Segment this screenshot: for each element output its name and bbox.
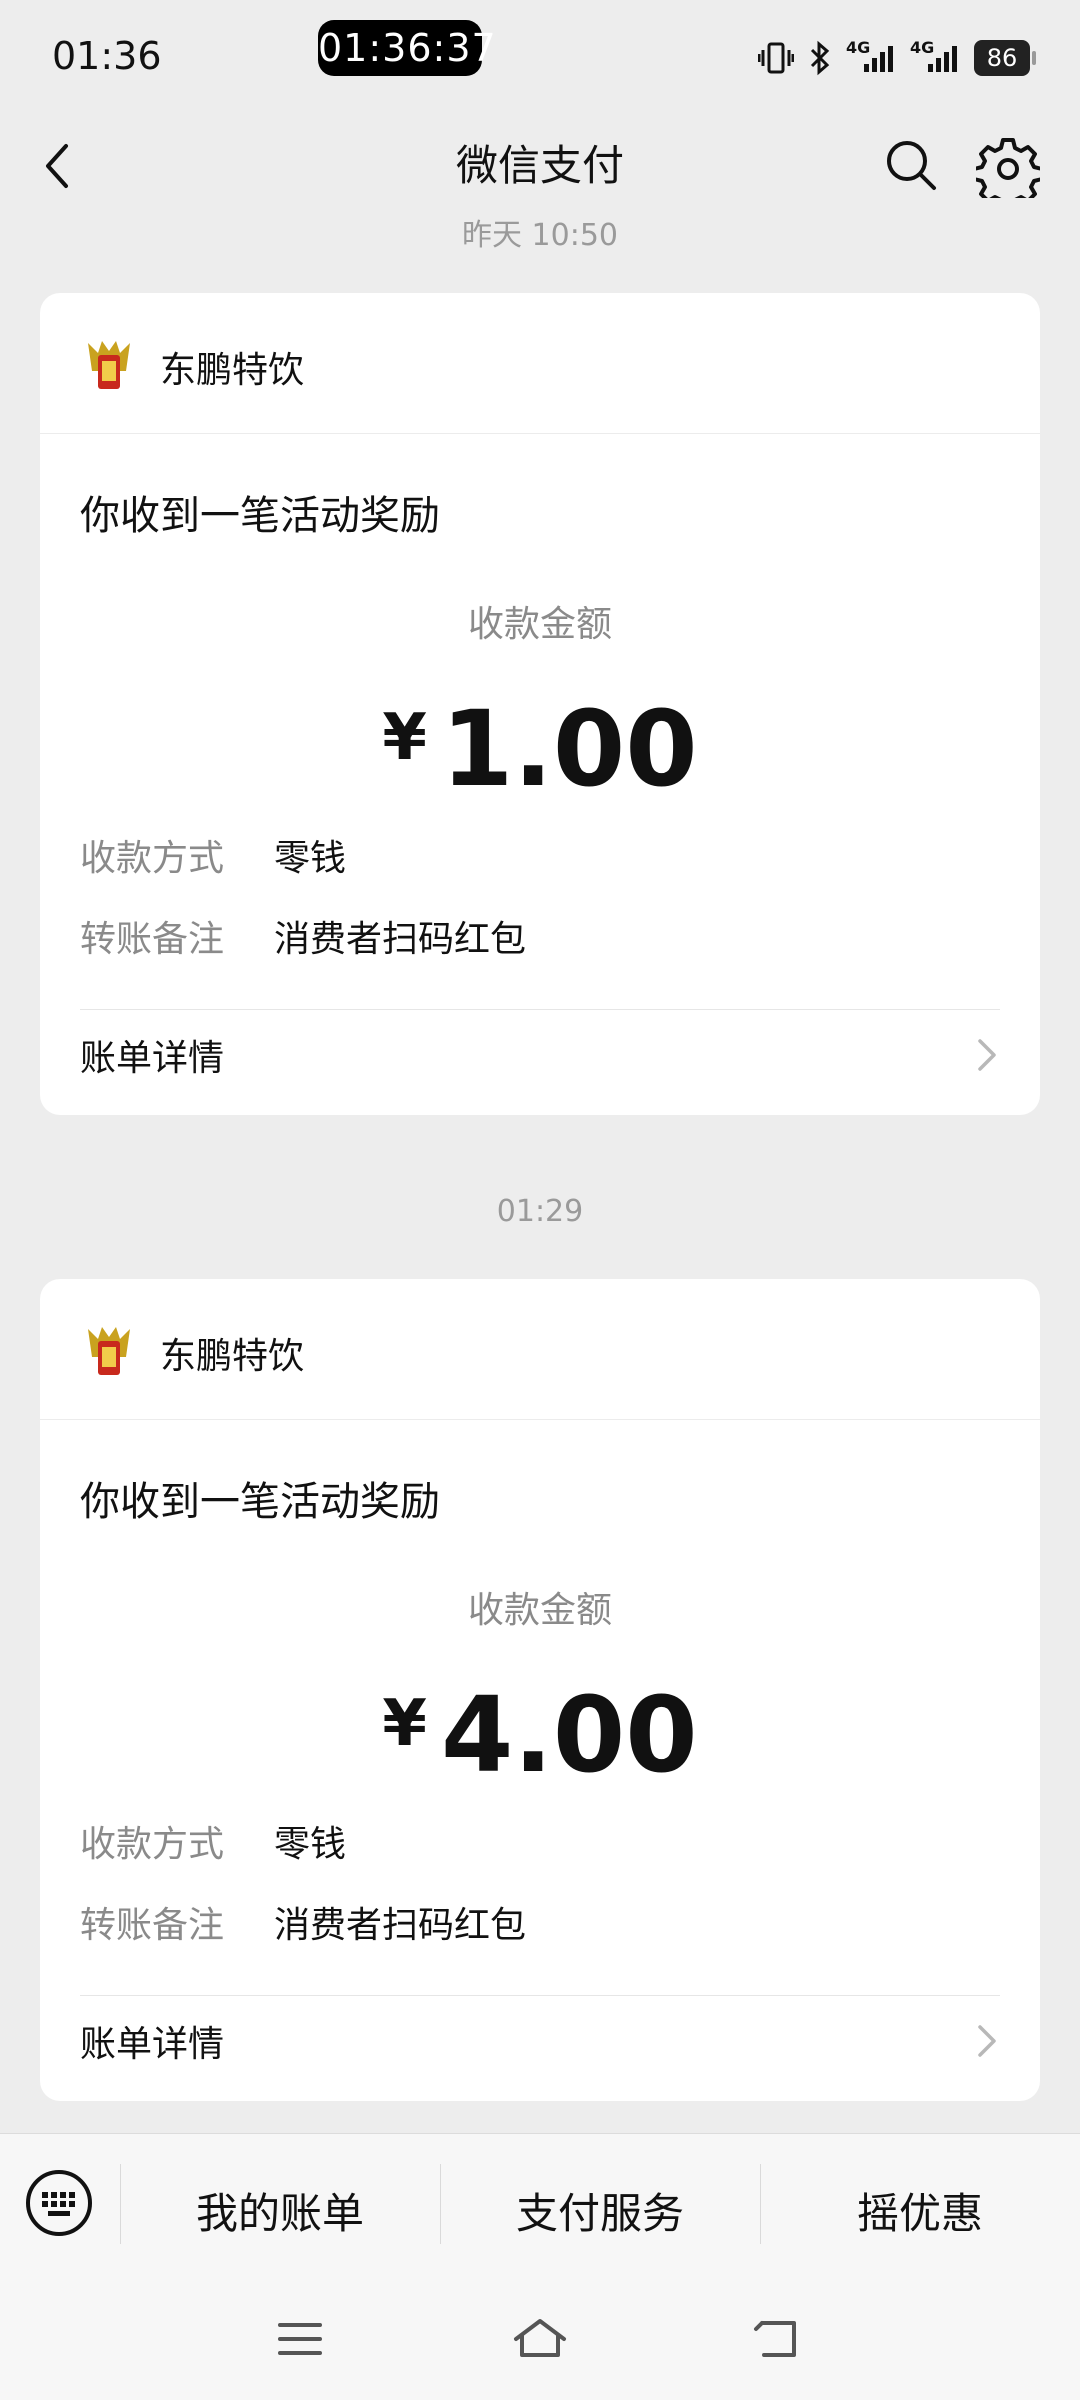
search-icon[interactable] [880, 134, 942, 196]
card-header: 东鹏特饮 [40, 293, 1040, 434]
card-header: 东鹏特饮 [40, 1279, 1040, 1420]
payment-method-row: 收款方式 零钱 [80, 829, 346, 881]
merchant-name: 东鹏特饮 [160, 350, 305, 391]
payment-card[interactable]: 东鹏特饮 你收到一笔活动奖励 收款金额 ¥1.00 收款方式 零钱 转账备注 消费者… [40, 293, 1040, 1115]
merchant-name: 东鹏特饮 [160, 1336, 305, 1377]
vibrate-icon [758, 42, 794, 74]
payment-method-value: 零钱 [274, 838, 347, 879]
menu-payment-services[interactable]: 支付服务 [440, 2180, 760, 2241]
divider [80, 1009, 1000, 1010]
menu-icon[interactable] [270, 2309, 330, 2369]
amount: ¥4.00 [40, 1664, 1040, 1795]
menu-shake-deals[interactable]: 摇优惠 [760, 2180, 1080, 2241]
timestamp-separator: 昨天 10:50 [462, 218, 618, 253]
currency-symbol: ¥ [382, 1687, 427, 1761]
timestamp-separator: 01:29 [496, 1194, 584, 1229]
signal-bars-icon [928, 46, 957, 72]
home-icon[interactable] [510, 2309, 570, 2369]
transfer-note-row: 转账备注 消费者扫码红包 [80, 910, 526, 962]
chevron-right-icon[interactable] [972, 2019, 1002, 2063]
amount-label: 收款金额 [467, 1590, 612, 1631]
transfer-note-value: 消费者扫码红包 [274, 1905, 527, 1946]
transfer-note-value: 消费者扫码红包 [274, 919, 527, 960]
back-icon[interactable] [750, 2309, 810, 2369]
bottom-menu: 我的账单 支付服务 摇优惠 [0, 2133, 1080, 2280]
status-bar: 01:36 01:36:37 4G 4G 86 [0, 0, 1080, 110]
currency-symbol: ¥ [382, 701, 427, 775]
bill-detail-link[interactable]: 账单详情 [80, 2015, 224, 2067]
payment-method-label: 收款方式 [80, 1824, 225, 1865]
bluetooth-icon [810, 40, 830, 76]
bill-detail-link[interactable]: 账单详情 [80, 1029, 224, 1081]
signal-1: 4G [846, 38, 896, 78]
card-title: 你收到一笔活动奖励 [80, 493, 440, 539]
menu-my-bills[interactable]: 我的账单 [120, 2180, 440, 2241]
chevron-right-icon[interactable] [972, 1033, 1002, 1077]
amount-value: 1.00 [440, 688, 698, 810]
battery-icon: 86 [974, 40, 1036, 76]
merchant-logo-icon [88, 1327, 130, 1375]
status-icons: 4G 4G 86 [758, 36, 1036, 80]
card-title: 你收到一笔活动奖励 [80, 1479, 440, 1525]
message-feed[interactable]: 昨天 10:50 东鹏特饮 你收到一笔活动奖励 收款金额 ¥1.00 收款方式零… [0, 210, 1080, 2130]
amount: ¥1.00 [40, 678, 1040, 809]
navigation-bar: 微信支付 [0, 110, 1080, 220]
merchant-logo-icon [88, 341, 130, 389]
transfer-note-label: 转账备注 [80, 919, 225, 960]
payment-card[interactable]: 东鹏特饮 你收到一笔活动奖励 收款金额 ¥4.00 收款方式 零钱 转账备注 消费者… [40, 1279, 1040, 2101]
system-navigation-bar [0, 2279, 1080, 2400]
status-time: 01:36 [52, 34, 162, 78]
amount-value: 4.00 [440, 1674, 698, 1796]
payment-method-value: 零钱 [274, 1824, 347, 1865]
transfer-note-row: 转账备注 消费者扫码红包 [80, 1896, 526, 1948]
transfer-note-label: 转账备注 [80, 1905, 225, 1946]
gear-icon[interactable] [976, 134, 1040, 198]
keyboard-icon[interactable] [24, 2168, 94, 2238]
payment-method-row: 收款方式 零钱 [80, 1815, 346, 1867]
payment-method-label: 收款方式 [80, 838, 225, 879]
divider [80, 1995, 1000, 1996]
signal-bars-icon [864, 46, 893, 72]
clock-pill: 01:36:37 [318, 20, 496, 76]
amount-label: 收款金额 [467, 604, 612, 645]
signal-2: 4G [910, 38, 960, 78]
